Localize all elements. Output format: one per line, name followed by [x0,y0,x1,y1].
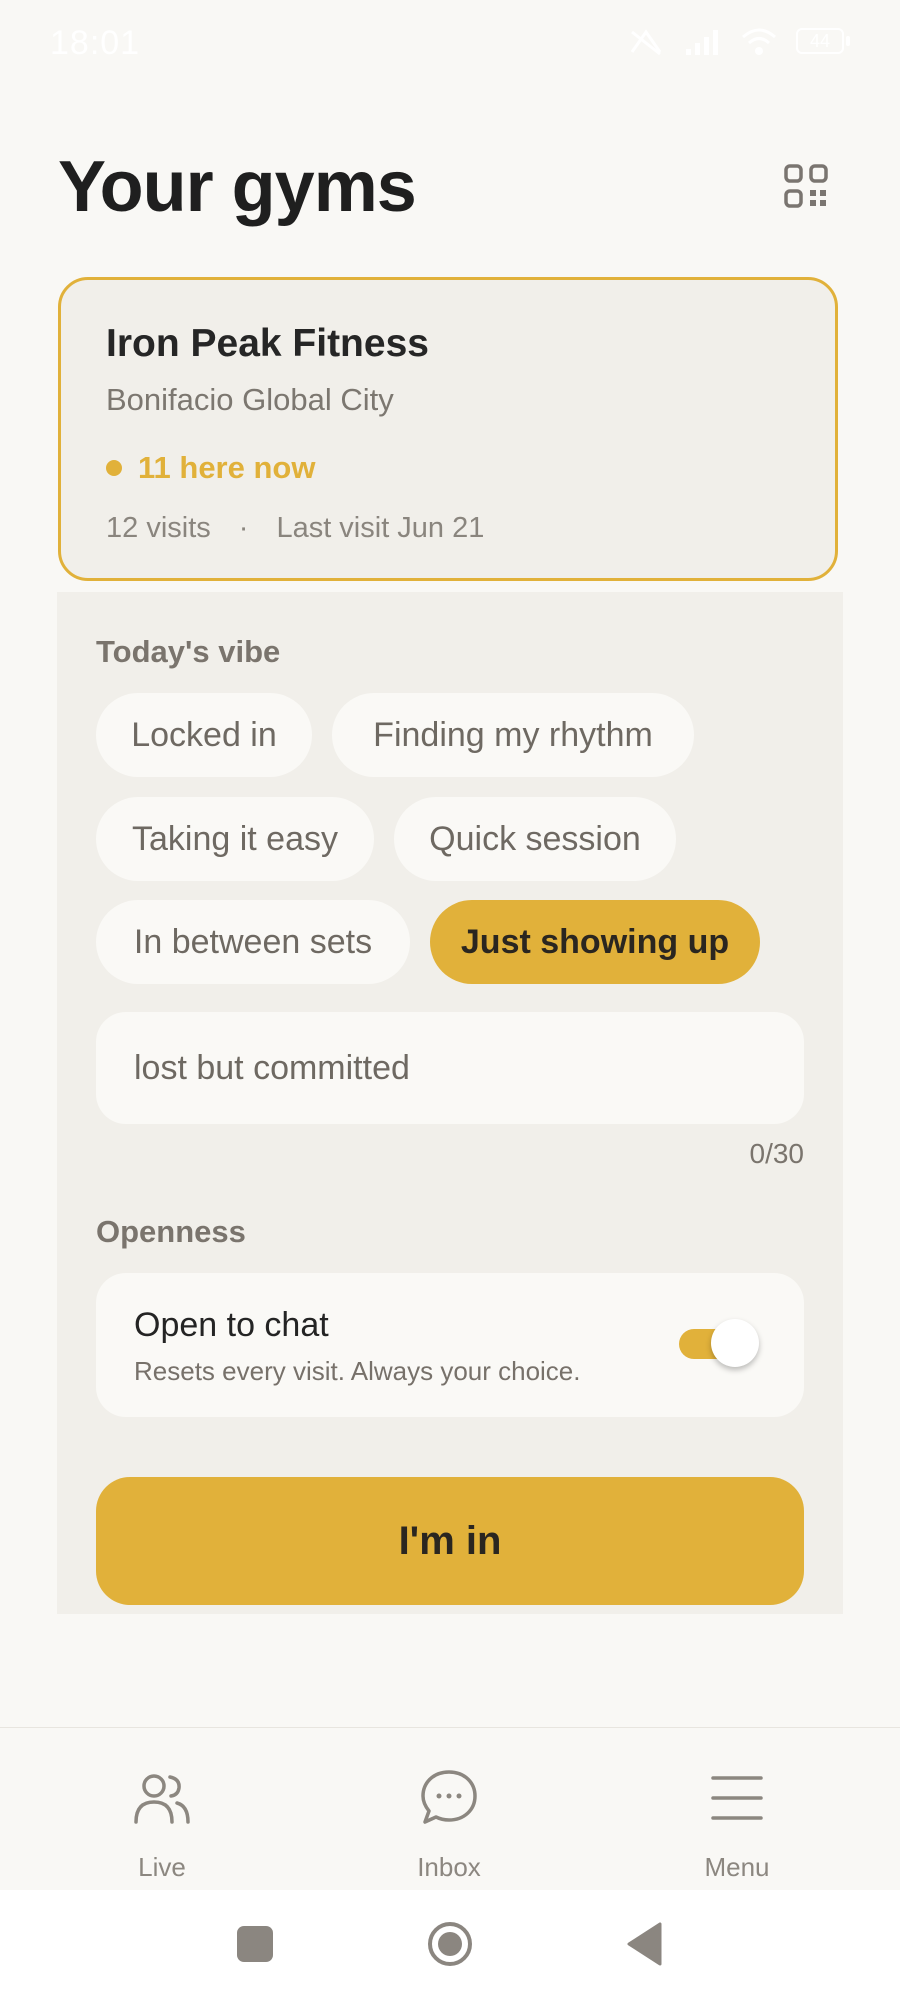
vibe-chip-in-between-sets[interactable]: In between sets [96,900,410,984]
nav-item-menu[interactable]: Menu [637,1728,837,1890]
vibe-chip-quick-session[interactable]: Quick session [394,797,676,881]
vibe-text-input[interactable] [96,1012,804,1124]
gym-location: Bonifacio Global City [106,382,394,417]
last-visit: Last visit Jun 21 [276,512,485,544]
back-button[interactable] [626,1922,662,1966]
gym-presence: 11 here now [106,450,315,486]
status-icons: 44 [626,26,850,58]
chat-bubble-icon [421,1770,477,1824]
open-to-chat-subtitle: Resets every visit. Always your choice. [134,1356,581,1386]
presence-dot-icon [106,460,122,476]
toggle-knob [711,1319,759,1367]
recents-button[interactable] [237,1926,273,1962]
nav-item-inbox[interactable]: Inbox [349,1728,549,1890]
open-to-chat-toggle[interactable] [679,1319,759,1367]
users-icon [134,1774,190,1824]
wifi-icon [742,28,776,55]
page-title: Your gyms [58,147,417,227]
vibe-chip-finding-my-rhythm[interactable]: Finding my rhythm [332,693,694,777]
gym-card[interactable]: Iron Peak Fitness Bonifacio Global City … [58,277,838,581]
status-time: 18:01 [50,24,141,62]
menu-icon [711,1776,763,1820]
gym-name: Iron Peak Fitness [106,322,429,365]
nav-label-live: Live [138,1852,186,1882]
signal-icon [686,30,718,55]
qr-code-icon [784,164,828,208]
battery-level: 44 [809,31,831,51]
home-circle-icon [428,1922,472,1966]
nav-label-menu: Menu [704,1852,770,1882]
nav-item-live[interactable]: Live [62,1728,262,1890]
checkin-panel: Today's vibe Locked in Finding my rhythm… [57,592,843,1614]
back-triangle-icon [627,1922,662,1966]
stats-separator: · [238,512,249,544]
nav-label-inbox: Inbox [417,1852,481,1882]
im-in-button[interactable]: I'm in [96,1477,804,1605]
vibe-input-container [96,1012,804,1124]
vibe-chip-locked-in[interactable]: Locked in [96,693,312,777]
char-counter: 0/30 [749,1138,805,1169]
open-to-chat-title: Open to chat [134,1306,329,1344]
status-bar: 18:01 44 [0,0,900,90]
system-nav-bar [0,1890,900,2001]
home-button[interactable] [426,1920,474,1968]
visit-count: 12 visits [106,512,211,544]
gym-stats: 12 visits · Last visit Jun 21 [106,512,484,545]
openness-card: Open to chat Resets every visit. Always … [96,1273,804,1417]
qr-code-button[interactable] [778,158,834,214]
battery-icon: 44 [796,28,850,56]
presence-count: 11 here now [138,450,316,485]
vibe-chip-just-showing-up[interactable]: Just showing up [430,900,760,984]
openness-section-label: Openness [96,1214,246,1249]
data-saver-icon [630,29,662,56]
bottom-nav: Live Inbox Menu [0,1727,900,1890]
vibe-section-label: Today's vibe [96,634,281,669]
vibe-chip-taking-it-easy[interactable]: Taking it easy [96,797,374,881]
